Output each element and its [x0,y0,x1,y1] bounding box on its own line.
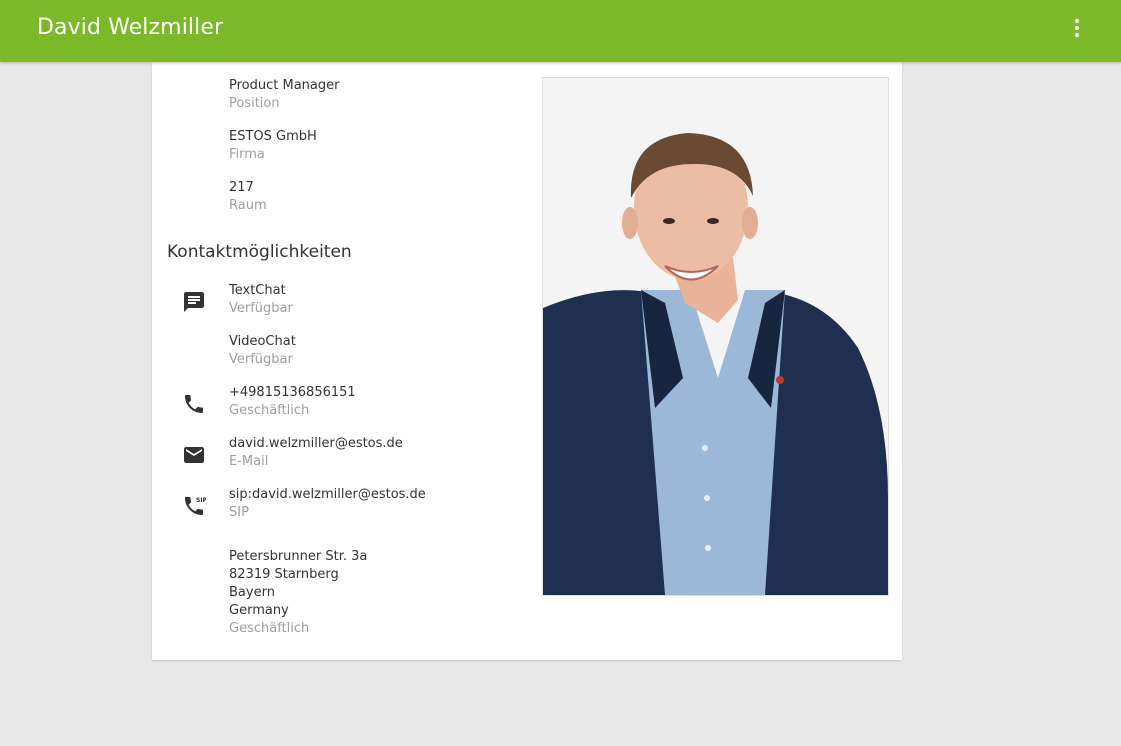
chat-icon[interactable] [182,290,206,314]
contact-item-email[interactable]: david.welzmiller@estos.de E-Mail [229,435,403,471]
contact-value: +49815136856151 [229,385,356,400]
contact-item-phone[interactable]: +49815136856151 Geschäftlich [229,384,356,420]
contact-value: TextChat [229,283,286,298]
contact-item-address[interactable]: Petersbrunner Str. 3a 82319 Starnberg Ba… [229,548,367,638]
contact-item-sip[interactable]: sip:david.welzmiller@estos.de SIP [229,486,426,522]
contact-label: SIP [229,505,249,520]
more-vert-icon[interactable] [1066,16,1088,40]
contact-item-videochat[interactable]: VideoChat Verfügbar [229,333,296,369]
contact-value: sip:david.welzmiller@estos.de [229,487,426,502]
detail-company: ESTOS GmbH Firma [229,128,317,164]
email-icon[interactable] [182,443,206,467]
app-bar: David Welzmiller [0,0,1121,62]
detail-value: Product Manager [229,78,340,93]
detail-label: Position [229,96,280,111]
detail-label: Firma [229,147,265,162]
contact-item-textchat[interactable]: TextChat Verfügbar [229,282,293,318]
contact-card: Product Manager Position ESTOS GmbH Firm… [152,62,902,660]
contact-value: david.welzmiller@estos.de [229,436,403,451]
detail-value: 217 [229,180,254,195]
detail-value: ESTOS GmbH [229,129,317,144]
svg-text:SIP: SIP [196,497,206,504]
address-line: 82319 Starnberg [229,567,339,582]
contact-label: Geschäftlich [229,621,310,636]
contact-label: Geschäftlich [229,403,310,418]
page-title: David Welzmiller [37,15,224,40]
address-line: Bayern [229,585,275,600]
detail-room: 217 Raum [229,179,267,215]
section-title-contact: Kontaktmöglichkeiten [167,242,352,262]
phone-icon[interactable] [182,392,206,416]
contact-photo [542,77,889,596]
contact-label: E-Mail [229,454,269,469]
detail-position: Product Manager Position [229,77,339,113]
sip-phone-icon[interactable]: SIP [182,494,206,518]
contact-label: Verfügbar [229,352,293,367]
detail-label: Raum [229,198,267,213]
contact-value: VideoChat [229,334,296,349]
contact-label: Verfügbar [229,301,293,316]
address-line: Petersbrunner Str. 3a [229,549,368,564]
address-line: Germany [229,603,289,618]
